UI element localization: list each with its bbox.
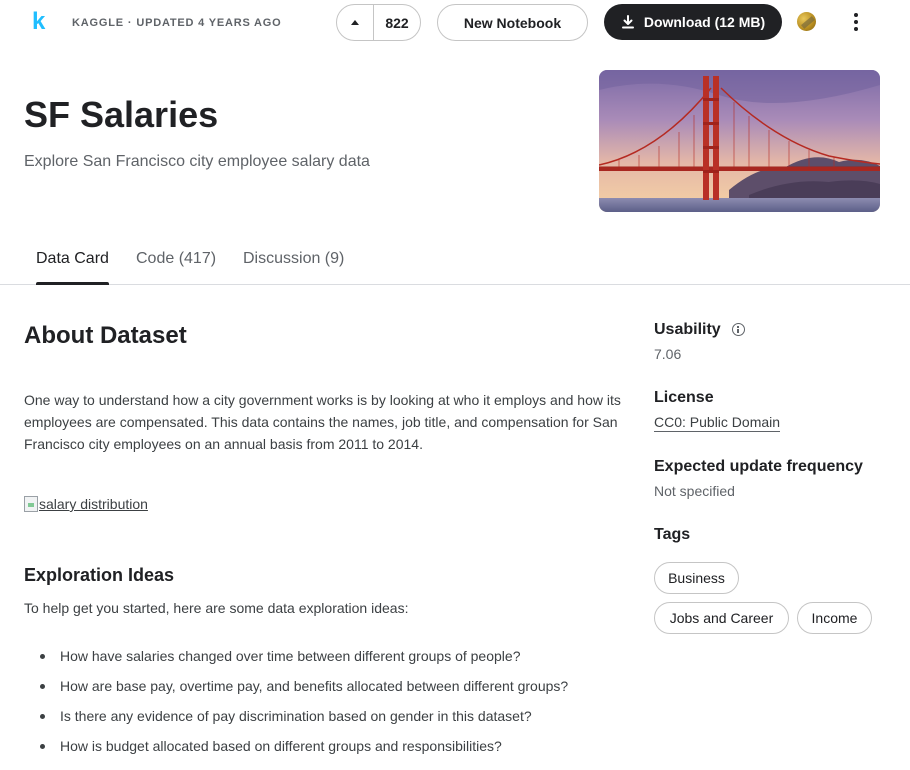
tab-discussion[interactable]: Discussion (9) xyxy=(243,250,344,284)
list-item: How is budget allocated based on differe… xyxy=(40,735,568,765)
source-label: KAGGLE xyxy=(72,17,124,29)
top-bar: k KAGGLE · UPDATED 4 YEARS AGO 822 New Not… xyxy=(0,0,910,44)
about-dataset-heading: About Dataset xyxy=(24,322,187,349)
tab-code[interactable]: Code (417) xyxy=(136,250,216,284)
download-button[interactable]: Download (12 MB) xyxy=(604,4,782,40)
exploration-ideas-list: How have salaries changed over time betw… xyxy=(40,645,568,765)
tab-data-card[interactable]: Data Card xyxy=(36,250,109,285)
dataset-title: SF Salaries xyxy=(24,94,219,135)
vertical-dots-icon xyxy=(854,13,858,17)
updated-label: UPDATED 4 YEARS AGO xyxy=(136,17,282,29)
list-item: Is there any evidence of pay discriminat… xyxy=(40,705,568,735)
meta-separator: · xyxy=(127,17,133,29)
tag-income[interactable]: Income xyxy=(797,602,872,634)
tags-label: Tags xyxy=(654,526,691,543)
dataset-cover-image xyxy=(599,70,880,212)
license-label: License xyxy=(654,389,714,406)
download-label: Download (12 MB) xyxy=(643,14,766,30)
usability-label: Usability xyxy=(654,321,721,338)
more-options-button[interactable] xyxy=(846,10,866,34)
upvote-count: 822 xyxy=(385,14,409,31)
exploration-ideas-heading: Exploration Ideas xyxy=(24,565,175,585)
new-notebook-button[interactable]: New Notebook xyxy=(437,4,588,41)
usability-value: 7.06 xyxy=(654,346,682,362)
info-circle-icon[interactable] xyxy=(732,323,745,336)
golden-gate-bridge-image xyxy=(599,70,880,212)
image-alt-text: salary distribution xyxy=(39,496,148,512)
about-dataset-body: One way to understand how a city governm… xyxy=(24,392,621,452)
update-frequency-label: Expected update frequency xyxy=(654,458,863,475)
exploration-intro: To help get you started, here are some d… xyxy=(24,600,409,616)
kaggle-logo[interactable]: k xyxy=(32,8,45,36)
dataset-subtitle: Explore San Francisco city employee sala… xyxy=(24,153,370,170)
list-item: How are base pay, overtime pay, and bene… xyxy=(40,675,568,705)
tag-business[interactable]: Business xyxy=(654,562,739,594)
upvote-button[interactable] xyxy=(337,5,374,40)
gold-medal-icon[interactable] xyxy=(797,12,816,31)
upvote-widget: 822 xyxy=(336,4,421,41)
broken-image-icon xyxy=(24,496,38,512)
update-frequency-value: Not specified xyxy=(654,483,735,499)
salary-distribution-image-link[interactable]: salary distribution xyxy=(24,496,148,512)
license-link[interactable]: CC0: Public Domain xyxy=(654,414,781,432)
triangle-up-icon xyxy=(351,19,359,25)
download-arrow-icon xyxy=(621,15,634,29)
tag-jobs-and-career[interactable]: Jobs and Career xyxy=(654,602,789,634)
dataset-tabs: Data Card Code (417) Discussion (9) xyxy=(0,244,910,285)
list-item: How have salaries changed over time betw… xyxy=(40,645,568,675)
dataset-meta: KAGGLE · UPDATED 4 YEARS AGO xyxy=(72,17,282,29)
